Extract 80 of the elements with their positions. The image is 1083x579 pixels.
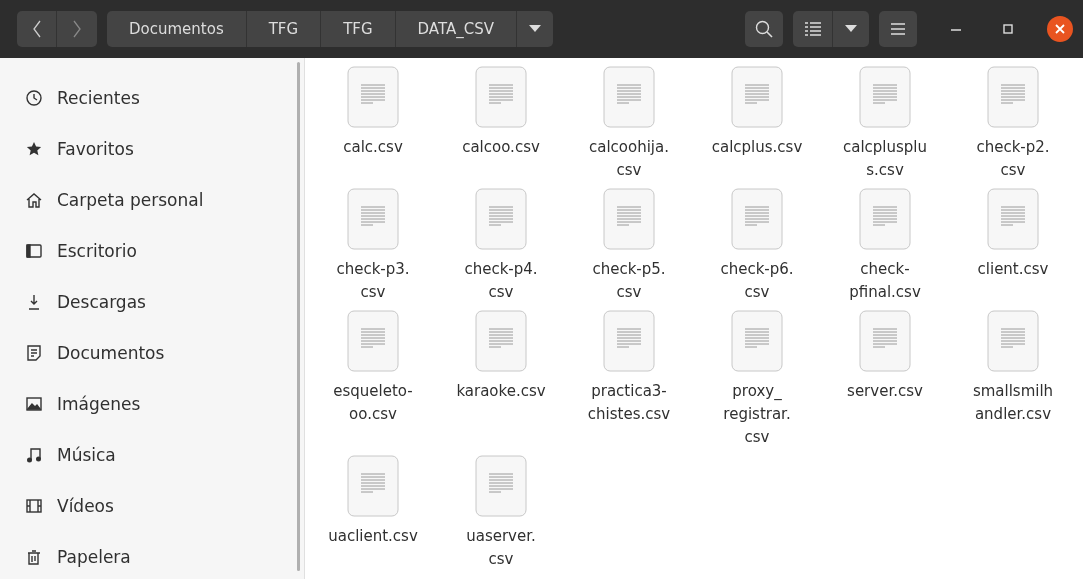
text-file-icon [731, 66, 783, 128]
text-file-icon [603, 66, 655, 128]
sidebar-item[interactable]: Recientes [57, 87, 140, 108]
text-file-icon [347, 66, 399, 128]
file-name[interactable]: karaoke.csv [456, 380, 546, 403]
image-icon [25, 394, 43, 413]
document-icon [25, 343, 43, 362]
text-file-icon [859, 310, 911, 372]
text-file-icon [987, 188, 1039, 250]
sidebar-item[interactable]: Carpeta personal [57, 189, 204, 210]
file-name[interactable]: calcplusplu s.csv [842, 136, 928, 182]
text-file-icon [475, 455, 527, 517]
desktop-icon [25, 241, 43, 260]
text-file-icon [603, 188, 655, 250]
file-name[interactable]: check- pfinal.csv [849, 258, 921, 304]
file-name[interactable]: uaserver. csv [466, 525, 536, 571]
file-name[interactable]: client.csv [977, 258, 1049, 281]
file-name[interactable]: calcplus.csv [711, 136, 803, 159]
minimize-icon [951, 27, 961, 31]
file-name[interactable]: esqueleto- oo.csv [333, 380, 413, 426]
chevron-left-icon [31, 20, 42, 38]
file-name[interactable]: smallsmilh andler.csv [972, 380, 1054, 426]
text-file-icon [347, 188, 399, 250]
file-name[interactable]: check-p6. csv [720, 258, 794, 304]
text-file-icon [475, 66, 527, 128]
file-name[interactable]: calc.csv [343, 136, 403, 159]
view-options-button[interactable] [833, 11, 869, 47]
text-file-icon [731, 188, 783, 250]
sidebar-item[interactable]: Imágenes [57, 393, 141, 414]
list-view-button[interactable] [793, 11, 833, 47]
file-name[interactable]: check-p3. csv [336, 258, 410, 304]
file-name[interactable]: check-p4. csv [464, 258, 538, 304]
file-name[interactable]: practica3- chistes.csv [587, 380, 671, 426]
file-name[interactable]: check-p2. csv [976, 136, 1050, 182]
trash-icon [25, 547, 43, 566]
file-name[interactable]: calcoohija. csv [589, 136, 669, 182]
path-button[interactable]: Documentos [107, 11, 247, 47]
sidebar-item[interactable]: Papelera [57, 546, 131, 567]
text-file-icon [347, 455, 399, 517]
path-button[interactable]: TFG [321, 11, 396, 47]
back-button[interactable] [17, 11, 57, 47]
music-icon [25, 445, 43, 464]
home-icon [25, 190, 43, 209]
text-file-icon [475, 188, 527, 250]
menu-button[interactable] [879, 11, 917, 47]
text-file-icon [475, 310, 527, 372]
text-file-icon [347, 310, 399, 372]
text-file-icon [603, 310, 655, 372]
scrollbar[interactable] [297, 62, 300, 571]
file-name[interactable]: server.csv [847, 380, 923, 403]
search-icon [755, 20, 773, 38]
sidebar-item[interactable]: Favoritos [57, 138, 134, 159]
sidebar-item[interactable]: Escritorio [57, 240, 137, 261]
text-file-icon [859, 188, 911, 250]
maximize-icon [1003, 24, 1013, 34]
file-name[interactable]: calcoo.csv [462, 136, 540, 159]
sidebar-item[interactable]: Documentos [57, 342, 165, 363]
chevron-right-icon [72, 20, 82, 38]
text-file-icon [731, 310, 783, 372]
path-button[interactable]: TFG [246, 11, 322, 47]
path-menu-button[interactable] [516, 11, 553, 47]
sidebar-item[interactable]: Música [57, 444, 116, 465]
file-name[interactable]: check-p5. csv [592, 258, 666, 304]
clock-icon [25, 88, 43, 107]
text-file-icon [987, 66, 1039, 128]
close-icon [1055, 24, 1065, 34]
file-name[interactable]: uaclient.csv [328, 525, 418, 548]
file-name[interactable]: proxy_ registrar. csv [723, 380, 791, 449]
sidebar-item[interactable]: Vídeos [57, 495, 114, 516]
path-button[interactable]: DATA_CSV [395, 11, 517, 47]
close-button[interactable] [1047, 16, 1073, 42]
caret-icon [528, 25, 541, 33]
menu-icon [891, 23, 905, 35]
sidebar-item[interactable]: Descargas [57, 291, 146, 312]
text-file-icon [859, 66, 911, 128]
list-icon [804, 22, 821, 36]
text-file-icon [987, 310, 1039, 372]
film-icon [25, 496, 43, 515]
search-button[interactable] [745, 11, 783, 47]
caret-icon [845, 25, 857, 33]
